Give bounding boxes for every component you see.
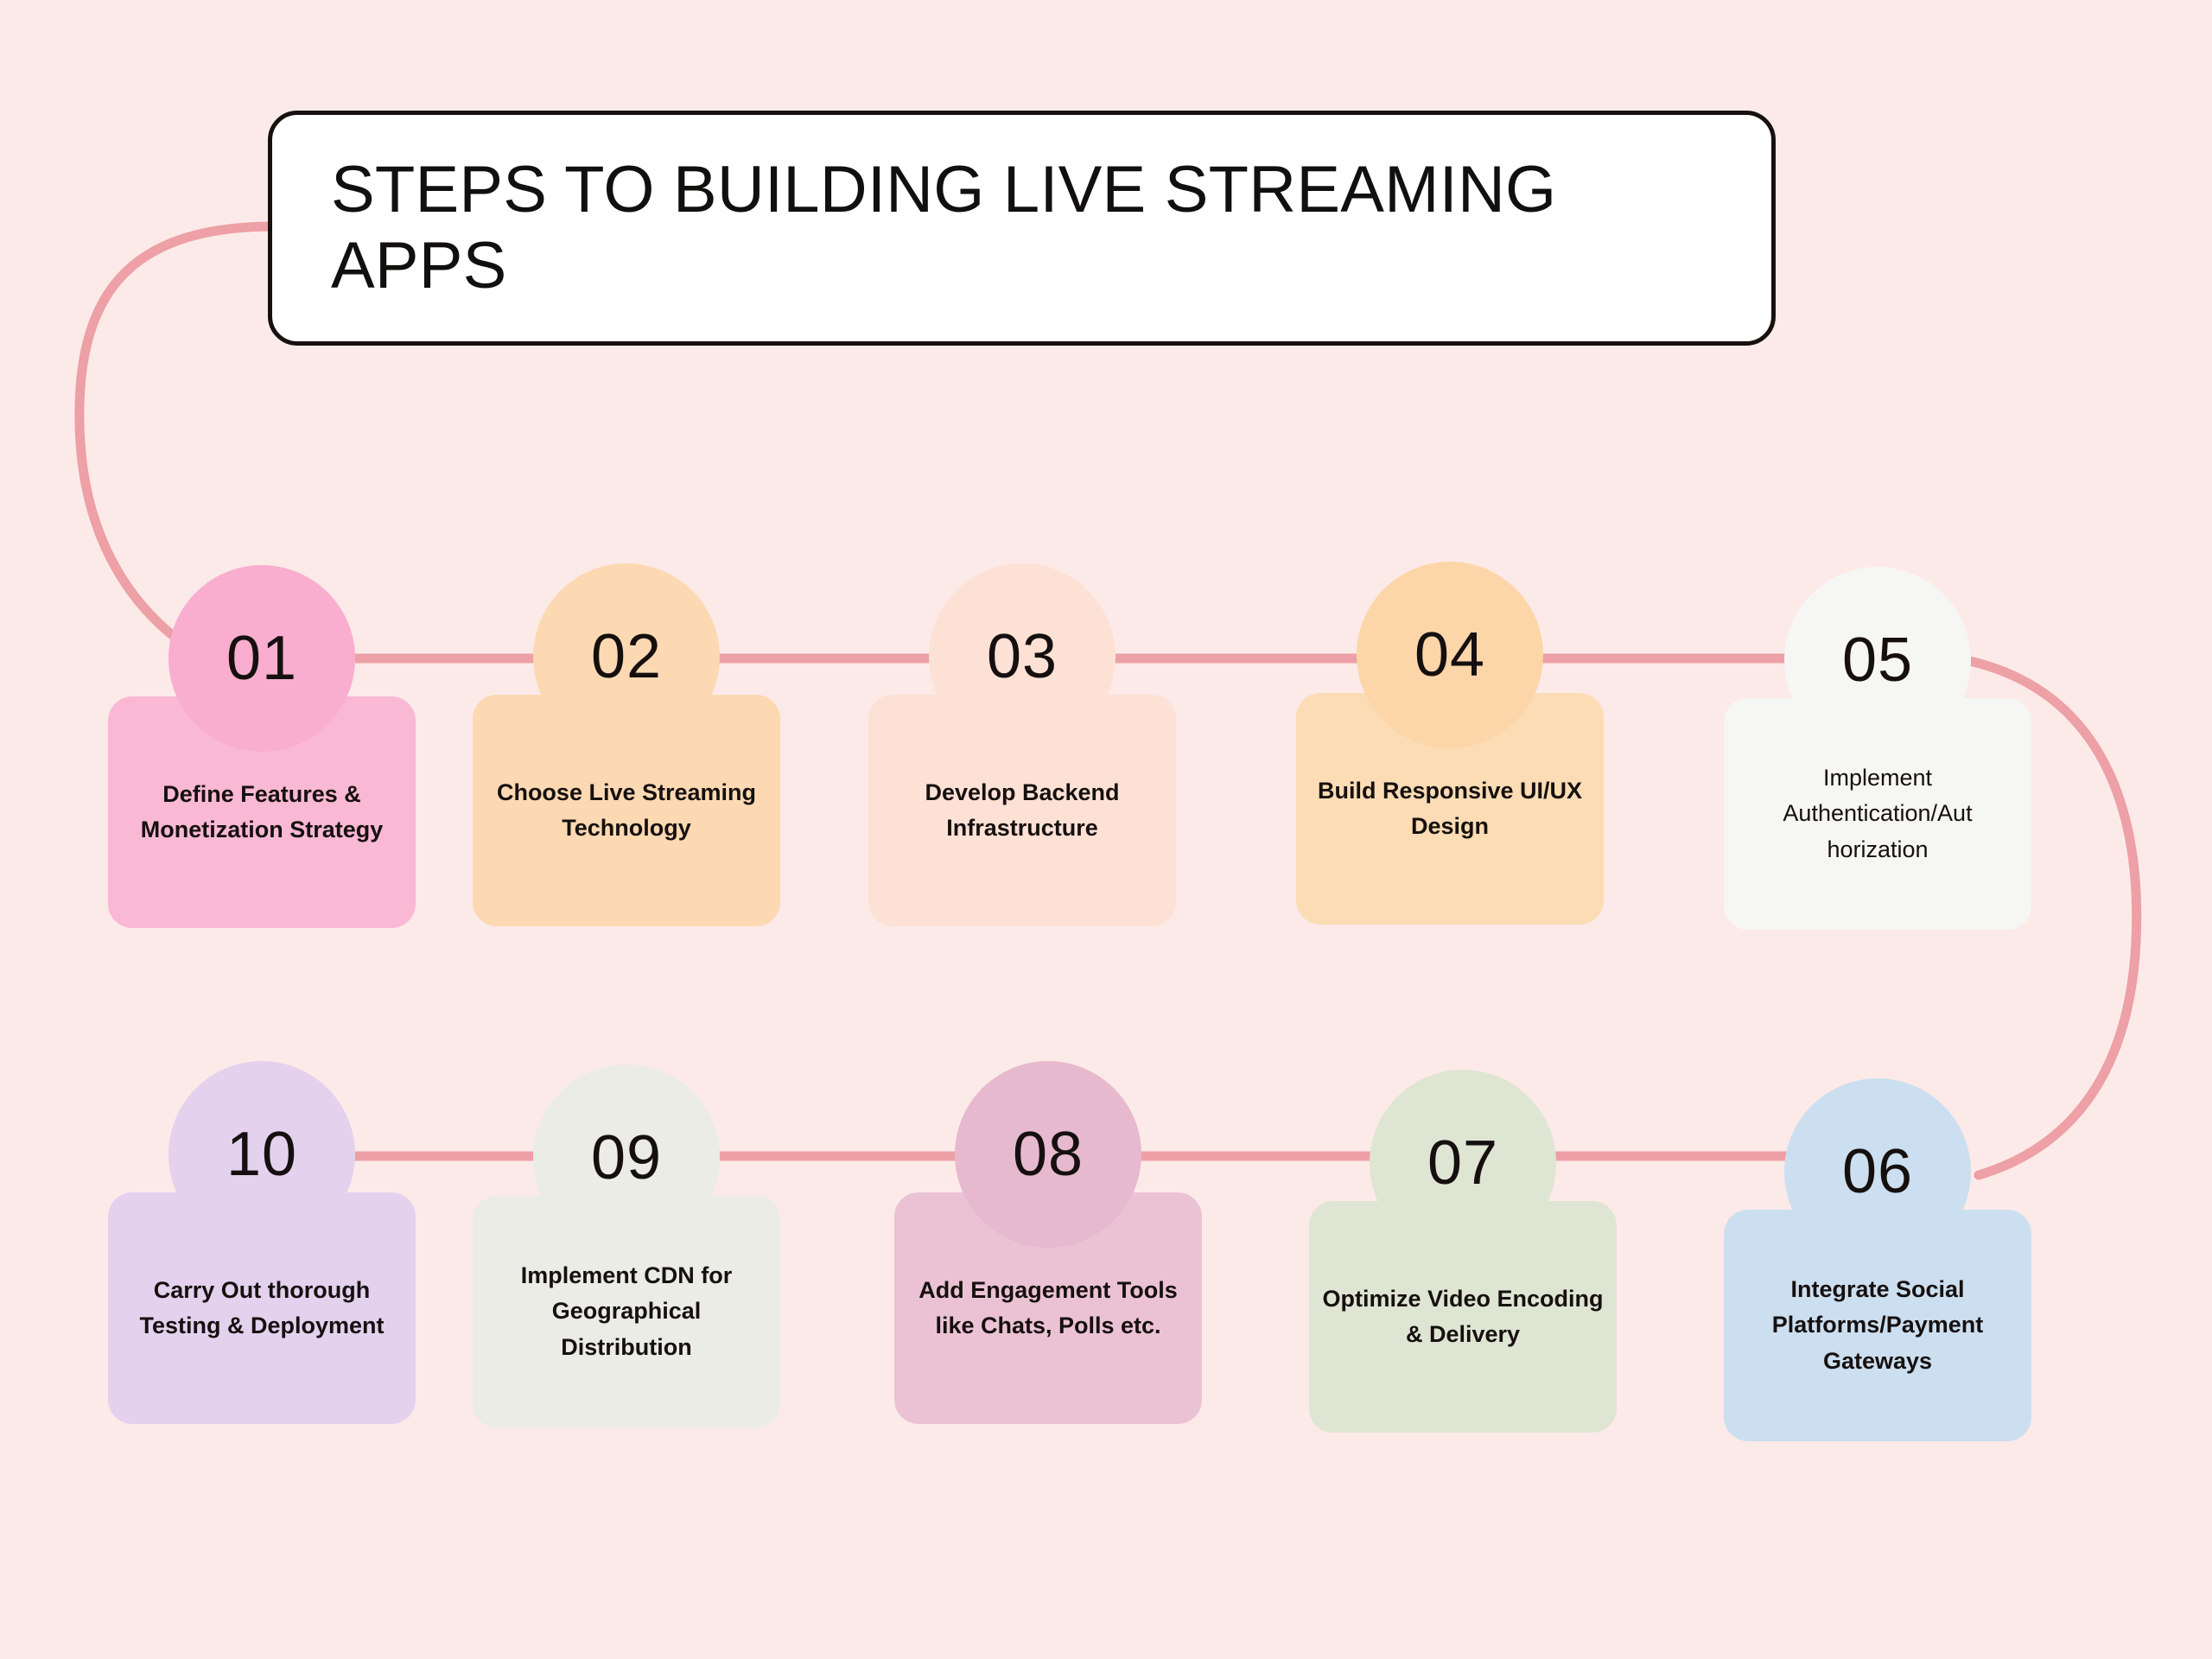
step-number-02: 02 <box>590 622 663 691</box>
step-bubble-05: 05 <box>1784 567 1971 753</box>
step-node-05[interactable]: Implement Authentication/Aut horization … <box>1724 567 2031 930</box>
step-number-05: 05 <box>1841 626 1914 695</box>
step-bubble-01: 01 <box>168 565 355 752</box>
step-node-01[interactable]: Define Features & Monetization Strategy … <box>108 565 416 928</box>
step-number-03: 03 <box>986 622 1058 691</box>
step-node-02[interactable]: Choose Live Streaming Technology 02 <box>473 563 780 926</box>
step-label-08: Add Engagement Tools like Chats, Polls e… <box>918 1276 1178 1338</box>
step-node-04[interactable]: Build Responsive UI/UX Design 04 <box>1296 562 1604 925</box>
step-number-07: 07 <box>1427 1128 1499 1198</box>
step-bubble-08: 08 <box>955 1061 1141 1248</box>
step-number-10: 10 <box>226 1120 298 1189</box>
step-label-05: Implement Authentication/Aut horization <box>1783 765 1973 862</box>
step-label-06: Integrate Social Platforms/Payment Gatew… <box>1771 1276 1984 1374</box>
infographic-canvas: STEPS TO BUILDING LIVE STREAMING APPS De… <box>0 0 2212 1659</box>
step-number-04: 04 <box>1414 620 1486 690</box>
step-number-08: 08 <box>1012 1120 1084 1189</box>
title-card: STEPS TO BUILDING LIVE STREAMING APPS <box>268 111 1776 346</box>
step-number-09: 09 <box>590 1123 663 1192</box>
step-node-07[interactable]: Optimize Video Encoding & Delivery 07 <box>1309 1070 1617 1433</box>
step-node-03[interactable]: Develop Backend Infrastructure 03 <box>868 563 1176 926</box>
step-node-09[interactable]: Implement CDN for Geographical Distribut… <box>473 1065 780 1427</box>
step-bubble-07: 07 <box>1370 1070 1556 1256</box>
step-number-01: 01 <box>226 624 298 693</box>
step-label-01: Define Features & Monetization Strategy <box>140 780 384 842</box>
step-label-04: Build Responsive UI/UX Design <box>1317 777 1583 839</box>
step-label-02: Choose Live Streaming Technology <box>496 779 757 841</box>
step-bubble-10: 10 <box>168 1061 355 1248</box>
step-bubble-04: 04 <box>1357 562 1543 748</box>
step-node-10[interactable]: Carry Out thorough Testing & Deployment … <box>108 1061 416 1424</box>
step-label-03: Develop Backend Infrastructure <box>925 779 1120 841</box>
step-node-06[interactable]: Integrate Social Platforms/Payment Gatew… <box>1724 1078 2031 1441</box>
step-bubble-06: 06 <box>1784 1078 1971 1265</box>
step-node-08[interactable]: Add Engagement Tools like Chats, Polls e… <box>894 1061 1202 1424</box>
step-bubble-02: 02 <box>533 563 720 750</box>
step-number-06: 06 <box>1841 1137 1914 1206</box>
step-label-10: Carry Out thorough Testing & Deployment <box>139 1276 385 1338</box>
step-bubble-09: 09 <box>533 1065 720 1251</box>
page-title: STEPS TO BUILDING LIVE STREAMING APPS <box>331 152 1557 302</box>
step-label-07: Optimize Video Encoding & Delivery <box>1322 1285 1604 1347</box>
step-bubble-03: 03 <box>929 563 1116 750</box>
step-label-09: Implement CDN for Geographical Distribut… <box>520 1262 733 1360</box>
